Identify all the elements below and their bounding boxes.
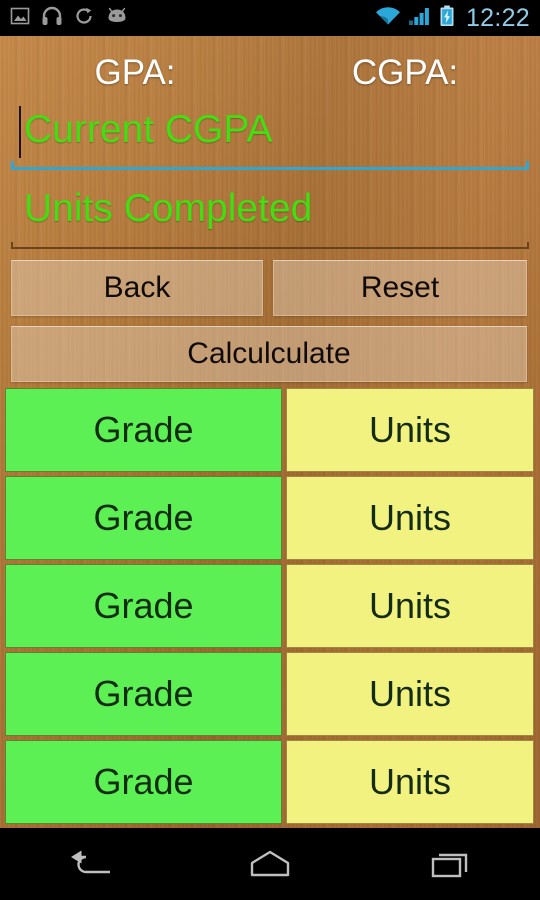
cgpa-result-label: CGPA: xyxy=(351,53,459,92)
status-bar-clock: 12:22 xyxy=(465,3,530,32)
reset-button[interactable]: Reset xyxy=(273,260,527,316)
table-row: Grade Units xyxy=(0,652,540,736)
text-cursor xyxy=(19,106,21,158)
grade-cell[interactable]: Grade xyxy=(5,564,282,648)
underline-tick-left xyxy=(11,161,14,170)
grade-units-grid: Grade Units Grade Units Grade Units Grad… xyxy=(0,388,540,828)
status-bar: 12:22 xyxy=(0,0,540,36)
app-screen: 12:22 GPA: CGPA: Current CGPA Units Comp… xyxy=(0,0,540,900)
underline-tick-right xyxy=(527,242,529,249)
grade-cell[interactable]: Grade xyxy=(5,652,282,736)
android-robot-icon xyxy=(105,7,129,30)
headphones-icon xyxy=(41,6,63,31)
units-completed-input[interactable]: Units Completed xyxy=(11,181,529,249)
grade-cell[interactable]: Grade xyxy=(5,476,282,560)
result-header-row: GPA: CGPA: xyxy=(0,46,540,100)
screenshot-image-icon xyxy=(10,6,30,31)
units-cell[interactable]: Units xyxy=(286,476,534,560)
units-cell[interactable]: Units xyxy=(286,388,534,472)
units-completed-underline xyxy=(11,242,529,249)
back-nav-icon[interactable] xyxy=(0,828,180,900)
current-cgpa-underline xyxy=(11,161,529,170)
sync-refresh-icon xyxy=(74,6,94,31)
table-row: Grade Units xyxy=(0,388,540,472)
app-content-background: GPA: CGPA: Current CGPA Units Completed … xyxy=(0,36,540,828)
wifi-icon xyxy=(375,6,401,31)
units-cell[interactable]: Units xyxy=(286,652,534,736)
calculate-button[interactable]: Calculculate xyxy=(11,326,527,382)
table-row: Grade Units xyxy=(0,564,540,648)
status-bar-right-icons: 12:22 xyxy=(375,5,530,32)
status-bar-left-icons xyxy=(10,6,129,31)
units-completed-placeholder: Units Completed xyxy=(24,187,313,230)
battery-charging-icon xyxy=(439,5,455,32)
underline-tick-left xyxy=(11,242,13,249)
recents-nav-icon[interactable] xyxy=(360,828,540,900)
current-cgpa-placeholder: Current CGPA xyxy=(24,108,273,151)
units-cell[interactable]: Units xyxy=(286,564,534,648)
home-nav-icon[interactable] xyxy=(180,828,360,900)
gpa-result-label: GPA: xyxy=(94,53,176,92)
grade-cell[interactable]: Grade xyxy=(5,388,282,472)
table-row: Grade Units xyxy=(0,476,540,560)
current-cgpa-input[interactable]: Current CGPA xyxy=(11,102,529,170)
back-button[interactable]: Back xyxy=(11,260,263,316)
units-cell[interactable]: Units xyxy=(286,740,534,824)
underline-tick-right xyxy=(526,161,529,170)
table-row: Grade Units xyxy=(0,740,540,824)
grade-cell[interactable]: Grade xyxy=(5,740,282,824)
cellular-signal-icon xyxy=(408,6,432,31)
android-navigation-bar xyxy=(0,828,540,900)
